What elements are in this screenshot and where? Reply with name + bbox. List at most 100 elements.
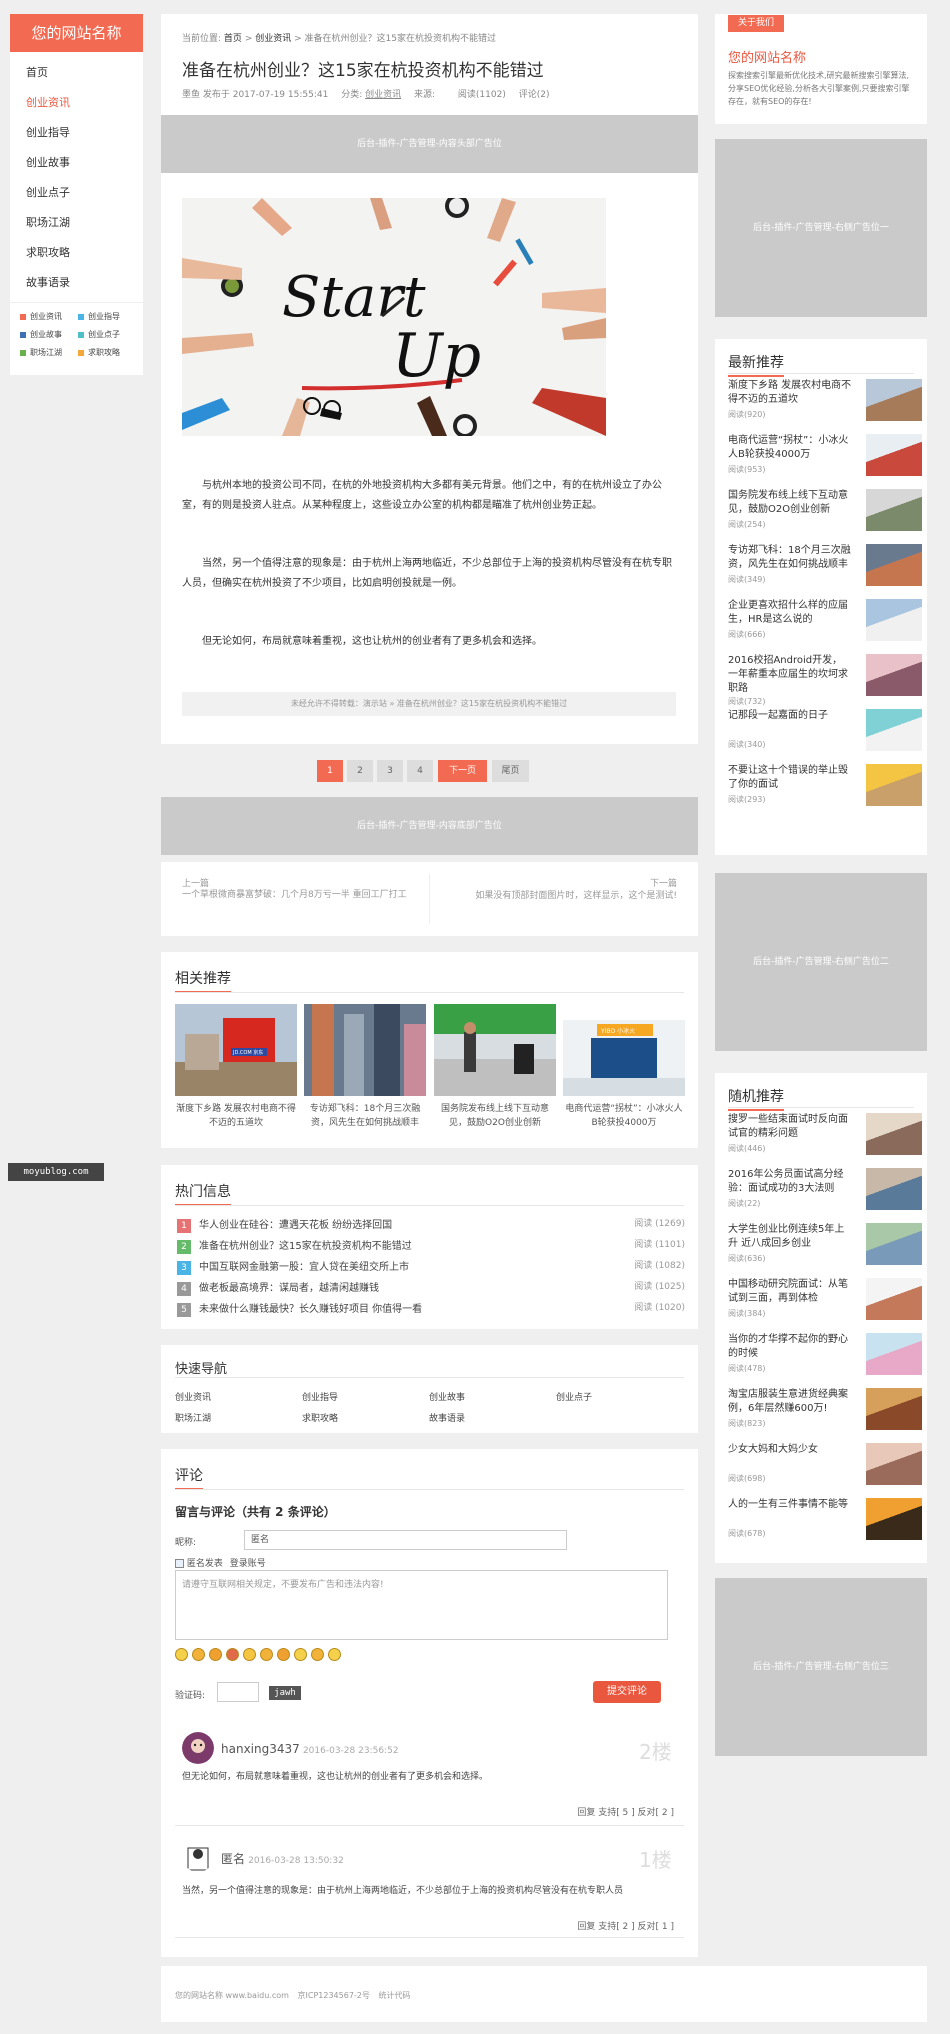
prev-article-link[interactable]: 一个草根微商暴富梦破：几个月8万亏一半 重回工厂打工 [182,888,422,902]
nav-item[interactable]: 创业指导 [10,118,143,148]
next-article-link[interactable]: 如果没有顶部封面图片时，这样显示，这个是测试! [475,888,677,901]
sidebar-article-thumbnail[interactable] [866,1388,922,1430]
last-page-button[interactable]: 尾页 [492,760,529,782]
related-caption[interactable]: 国务院发布线上线下互动意见，鼓励O2O创业创新 [434,1102,556,1130]
sidebar-article-title[interactable]: 中国移动研究院面试：从笔试到三面，再到体检 [728,1278,852,1306]
sidebar-article-thumbnail[interactable] [866,654,922,696]
emoji-icon[interactable] [311,1648,324,1661]
emoji-icon[interactable] [260,1648,273,1661]
sidebar-article-title[interactable]: 记那段一起嘉面的日子 [728,709,852,723]
sidebar-article-title[interactable]: 电商代运营“拐杖”：小冰火人B轮获投4000万 [728,434,852,462]
nav-item[interactable]: 创业点子 [10,178,143,208]
sidebar-article-title[interactable]: 不要让这十个错误的举止毁了你的面试 [728,764,852,792]
hot-item[interactable]: 5 未来做什么赚钱最快？长久赚钱好项目 你值得一看 阅读 (1020) [177,1300,685,1317]
emoji-icon[interactable] [294,1648,307,1661]
related-image-2[interactable] [304,1004,426,1096]
nav-item[interactable]: 创业故事 [10,148,143,178]
sidebar-article-thumbnail[interactable] [866,1168,922,1210]
sidebar-article-thumbnail[interactable] [866,379,922,421]
sidebar-article[interactable]: 中国移动研究院面试：从笔试到三面，再到体检 阅读(384) [728,1278,922,1326]
emoji-icon[interactable] [209,1648,222,1661]
sidebar-ad-1[interactable]: 后台-插件-广告管理-右侧广告位一 [715,139,927,317]
captcha-image[interactable]: jawh [269,1686,301,1700]
sidebar-article-title[interactable]: 2016校招Android开发，一年薪重本应届生的坎坷求职路 [728,654,852,696]
nav-item[interactable]: 求职攻略 [10,238,143,268]
sidebar-article[interactable]: 不要让这十个错误的举止毁了你的面试 阅读(293) [728,764,922,812]
anonymous-label[interactable]: 匿名发表 [187,1559,223,1569]
sidebar-article[interactable]: 记那段一起嘉面的日子 阅读(340) [728,709,922,757]
nav-item[interactable]: 职场江湖 [10,208,143,238]
related-image-1[interactable]: JD.COM 京东 [175,1004,297,1096]
sidebar-article[interactable]: 人的一生有三件事情不能等 阅读(678) [728,1498,922,1546]
nav-tag[interactable]: 创业点子 [78,326,136,344]
sidebar-article-thumbnail[interactable] [866,1333,922,1375]
quicknav-link[interactable]: 故事语录 [429,1411,465,1424]
hot-item-title[interactable]: 中国互联网金融第一股：宜人贷在美纽交所上市 [199,1262,409,1273]
related-caption[interactable]: 专访郑飞科：18个月三次融资，风先生在如何挑战顺丰 [304,1102,426,1130]
sidebar-article[interactable]: 企业更喜欢招什么样的应届生，HR是这么说的 阅读(666) [728,599,922,647]
sidebar-article-thumbnail[interactable] [866,434,922,476]
emoji-icon[interactable] [328,1648,341,1661]
captcha-input[interactable] [217,1682,259,1702]
site-logo[interactable]: 您的网站名称 [10,14,143,52]
sidebar-article-thumbnail[interactable] [866,544,922,586]
anonymous-checkbox[interactable] [175,1559,184,1568]
emoji-icon[interactable] [277,1648,290,1661]
sidebar-article[interactable]: 渐度下乡路 发展农村电商不得不迈的五道坎 阅读(920) [728,379,922,427]
sidebar-article-thumbnail[interactable] [866,1223,922,1265]
related-caption[interactable]: 电商代运营“拐杖”：小冰火人B轮获投4000万 [563,1102,685,1130]
sidebar-article[interactable]: 淘宝店服装生意进货经典案例，6年层然赚600万! 阅读(823) [728,1388,922,1436]
sidebar-article-thumbnail[interactable] [866,1278,922,1320]
nav-tag[interactable]: 求职攻略 [78,344,136,362]
sidebar-article-title[interactable]: 少女大妈和大妈少女 [728,1443,852,1457]
footer-icp[interactable]: 京ICP1234567-2号 [298,1991,370,2000]
sidebar-article[interactable]: 搜罗一些结束面试时反向面试官的精彩问题 阅读(446) [728,1113,922,1161]
sidebar-article[interactable]: 专访郑飞科：18个月三次融资，风先生在如何挑战顺丰 阅读(349) [728,544,922,592]
emoji-icon[interactable] [243,1648,256,1661]
quicknav-link[interactable]: 创业资讯 [175,1390,211,1403]
comment-actions[interactable]: 回复 支持[ 5 ] 反对[ 2 ] [577,1805,674,1818]
footer-site[interactable]: 您的网站名称 www.baidu.com [175,1991,289,2000]
sidebar-article-thumbnail[interactable] [866,489,922,531]
comment-textarea[interactable]: 请遵守互联网相关规定，不要发布广告和违法内容! [175,1570,668,1640]
nav-tag[interactable]: 创业资讯 [20,308,78,326]
sidebar-article-title[interactable]: 大学生创业比例连续5年上升 近八成回乡创业 [728,1223,852,1251]
sidebar-article-title[interactable]: 国务院发布线上线下互动意见，鼓励O2O创业创新 [728,489,852,517]
nav-item[interactable]: 首页 [10,58,143,88]
sidebar-article[interactable]: 2016校招Android开发，一年薪重本应届生的坎坷求职路 阅读(732) [728,654,922,706]
page-2[interactable]: 2 [347,760,373,782]
sidebar-article-title[interactable]: 搜罗一些结束面试时反向面试官的精彩问题 [728,1113,852,1141]
nav-tag[interactable]: 创业故事 [20,326,78,344]
hot-item[interactable]: 2 准备在杭州创业？这15家在杭投资机构不能错过 阅读 (1101) [177,1237,685,1254]
submit-comment-button[interactable]: 提交评论 [593,1681,661,1703]
sidebar-ad-3[interactable]: 后台-插件-广告管理-右侧广告位三 [715,1578,927,1756]
sidebar-article-thumbnail[interactable] [866,709,922,751]
related-caption[interactable]: 渐度下乡路 发展农村电商不得不迈的五道坎 [175,1102,297,1130]
related-image-4[interactable]: YIBO 小冰火 [563,1004,685,1096]
quicknav-link[interactable]: 职场江湖 [175,1411,211,1424]
sidebar-article-title[interactable]: 当你的才华撑不起你的野心的时候 [728,1333,852,1361]
emoji-icon[interactable] [175,1648,188,1661]
content-bottom-ad[interactable]: 后台-插件-广告管理-内容底部广告位 [161,797,698,855]
quicknav-link[interactable]: 创业故事 [429,1390,465,1403]
sidebar-article-thumbnail[interactable] [866,1498,922,1540]
emoji-icon[interactable] [192,1648,205,1661]
sidebar-article-title[interactable]: 专访郑飞科：18个月三次融资，风先生在如何挑战顺丰 [728,544,852,572]
nav-item[interactable]: 故事语录 [10,268,143,298]
sidebar-article-title[interactable]: 2016年公务员面试高分经验：面试成功的3大法则 [728,1168,852,1196]
hot-item-title[interactable]: 华人创业在硅谷：遭遇天花板 纷纷选择回国 [199,1220,392,1231]
sidebar-article[interactable]: 大学生创业比例连续5年上升 近八成回乡创业 阅读(636) [728,1223,922,1271]
emoji-icon[interactable] [226,1648,239,1661]
related-image-3[interactable] [434,1004,556,1096]
hot-item[interactable]: 3 中国互联网金融第一股：宜人贷在美纽交所上市 阅读 (1082) [177,1258,685,1275]
sidebar-article[interactable]: 少女大妈和大妈少女 阅读(698) [728,1443,922,1491]
nav-tag[interactable]: 创业指导 [78,308,136,326]
breadcrumb-home[interactable]: 首页 [224,34,242,44]
login-link[interactable]: 登录账号 [230,1559,266,1569]
page-1[interactable]: 1 [317,760,343,782]
hot-item-title[interactable]: 做老板最高境界：谋局者，越清闲越赚钱 [199,1283,379,1294]
nav-item[interactable]: 创业资讯 [10,88,143,118]
next-page-button[interactable]: 下一页 [438,760,487,782]
hot-item-title[interactable]: 未来做什么赚钱最快？长久赚钱好项目 你值得一看 [199,1304,422,1315]
article-category-link[interactable]: 创业资讯 [365,90,401,100]
